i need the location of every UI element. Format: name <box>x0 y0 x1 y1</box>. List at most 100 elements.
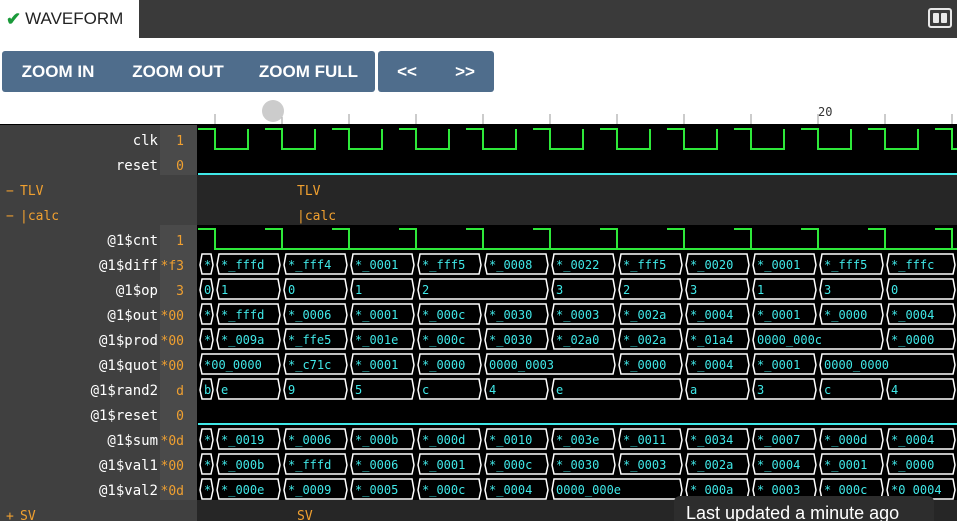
bus-segment <box>551 378 683 400</box>
bus-value: * <box>204 458 211 472</box>
bus-value: *_000c <box>489 458 532 472</box>
bus-value: *_02a0 <box>556 333 599 347</box>
bus-value: e <box>221 383 228 397</box>
bus-value: *_000c <box>422 483 465 497</box>
bus-value: *_002a <box>623 333 666 347</box>
signal-value: 3 <box>176 284 184 299</box>
tab-bar: ✔ WAVEFORM <box>0 0 957 38</box>
scope-track-label: TLV <box>297 184 321 199</box>
bus-value: *_0030 <box>489 308 532 322</box>
bus-value: *_0001 <box>757 308 800 322</box>
bus-value: *_0000 <box>422 358 465 372</box>
bus-value: *_0003 <box>556 308 599 322</box>
bus-value: *_0011 <box>623 433 666 447</box>
bus-value: * <box>204 308 211 322</box>
bus-value: *_0000 <box>891 458 934 472</box>
bus-value: *_0007 <box>757 433 800 447</box>
signal-name: @1$out <box>107 308 158 324</box>
signal-name: @1$reset <box>91 408 158 424</box>
bus-value: *_001e <box>355 333 398 347</box>
bus-value: 3 <box>824 283 831 297</box>
bus-value: *_0004 <box>757 458 800 472</box>
bus-value: *_0001 <box>422 458 465 472</box>
bus-value: *_0001 <box>757 258 800 272</box>
signal-name: @1$quot <box>99 358 158 374</box>
toolbar: ZOOM IN ZOOM OUT ZOOM FULL << >> <box>0 38 957 100</box>
last-updated-toast: Last updated a minute ago <box>674 496 934 521</box>
signal-value: *0d <box>161 434 184 449</box>
signal-name: @1$op <box>116 283 158 299</box>
bus-value: *_002a <box>623 308 666 322</box>
bus-value: *_fffd <box>221 258 264 272</box>
bus-value: b <box>204 383 211 397</box>
bus-segment <box>417 278 549 300</box>
bus-value: c <box>824 383 831 397</box>
bus-value: *_0000 <box>824 308 867 322</box>
bus-value: *_0001 <box>355 258 398 272</box>
split-layout-icon[interactable] <box>928 8 952 28</box>
bus-value: *_fffd <box>221 308 264 322</box>
bus-value: *_fff5 <box>422 258 465 272</box>
signal-name: clk <box>133 133 159 149</box>
bus-value: *_0006 <box>288 308 331 322</box>
timeline-scrubber-handle[interactable] <box>262 100 284 122</box>
bus-value: *_fffd <box>288 458 331 472</box>
scroll-right-button[interactable]: >> <box>436 51 494 92</box>
bus-value: 4 <box>891 383 898 397</box>
waveform-viewer[interactable]: 20 clk 1 reset 0− TLV TLV − |calc |calc @1$cnt 1 @1… <box>0 100 957 521</box>
bus-value: *_000b <box>221 458 264 472</box>
bus-value: 0000_0003 <box>489 358 554 372</box>
bus-value: *_0003 <box>623 458 666 472</box>
signal-name: @1$cnt <box>107 233 158 249</box>
scope-name: |calc <box>20 209 59 224</box>
scope-track-label: SV <box>297 509 313 521</box>
bus-value: *_0006 <box>288 433 331 447</box>
bus-value: 4 <box>489 383 496 397</box>
bus-value: *_ffe5 <box>288 333 331 347</box>
zoom-full-button[interactable]: ZOOM FULL <box>242 51 375 92</box>
signal-value: d <box>176 384 184 399</box>
signal-value: *f3 <box>161 259 184 274</box>
scope-toggle-icon[interactable]: + <box>6 509 14 521</box>
bus-value: * <box>204 258 211 272</box>
zoom-button-group: ZOOM IN ZOOM OUT ZOOM FULL <box>2 51 375 92</box>
bus-value: *00_0000 <box>204 358 262 372</box>
bus-value: 1 <box>355 283 362 297</box>
time-ruler[interactable] <box>0 100 957 124</box>
zoom-out-button[interactable]: ZOOM OUT <box>114 51 242 92</box>
bus-value: *_0004 <box>891 433 934 447</box>
scope-name: SV <box>20 509 36 521</box>
bus-value: *_0030 <box>556 458 599 472</box>
bus-value: *_0001 <box>355 308 398 322</box>
bus-value: c <box>422 383 429 397</box>
tab-waveform[interactable]: ✔ WAVEFORM <box>0 0 139 38</box>
zoom-in-button[interactable]: ZOOM IN <box>2 51 114 92</box>
nav-button-group: << >> <box>378 51 494 92</box>
bus-value: *_000c <box>824 483 867 497</box>
signal-value: *00 <box>161 459 184 474</box>
bus-value: *_000c <box>422 308 465 322</box>
signal-value: *0d <box>161 484 184 499</box>
signal-name: reset <box>116 158 158 174</box>
bus-value: a <box>690 383 697 397</box>
bus-value: 0000_000e <box>556 483 621 497</box>
bus-value: *_0019 <box>221 433 264 447</box>
scroll-left-button[interactable]: << <box>378 51 436 92</box>
bus-value: *_fff4 <box>288 258 331 272</box>
waveform-canvas[interactable]: 20clk 1reset 0− TLV TLV− |calc |calc@1$cnt 1@1… <box>0 100 957 521</box>
bus-value: *_0001 <box>824 458 867 472</box>
bus-value: *_0004 <box>489 483 532 497</box>
bus-value: *_fff5 <box>824 258 867 272</box>
bus-value: e <box>556 383 563 397</box>
signal-name: @1$diff <box>99 258 158 274</box>
bus-value: *_0004 <box>690 358 733 372</box>
signal-name: @1$sum <box>107 433 158 449</box>
bus-value: 2 <box>422 283 429 297</box>
bus-value: *_0000 <box>891 333 934 347</box>
scope-toggle-icon[interactable]: − <box>6 209 14 224</box>
signal-name: @1$val1 <box>99 458 158 474</box>
signal-value: 0 <box>176 409 184 424</box>
bus-value: *_009a <box>221 333 264 347</box>
scope-toggle-icon[interactable]: − <box>6 184 14 199</box>
bus-value: 3 <box>690 283 697 297</box>
